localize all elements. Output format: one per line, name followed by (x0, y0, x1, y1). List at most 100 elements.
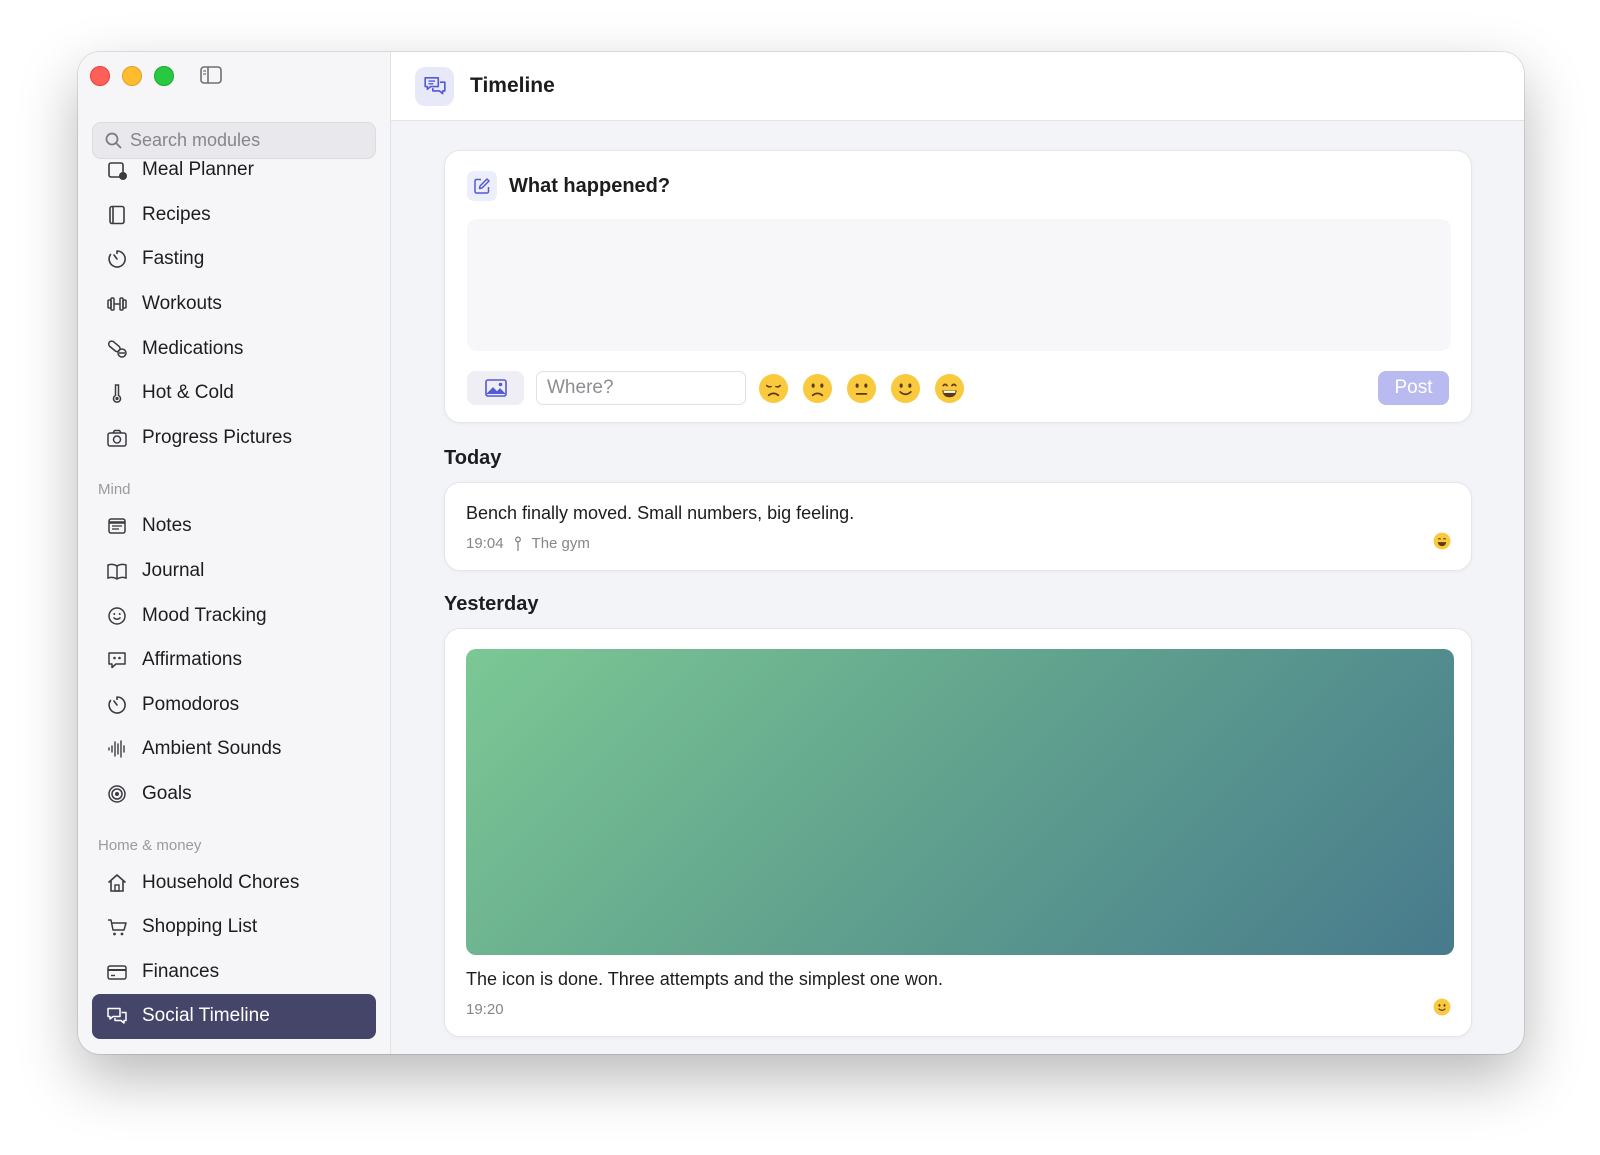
sidebar-item-goals[interactable]: Goals (92, 772, 376, 817)
quote-bubble-icon (108, 652, 126, 669)
timer-icon (108, 250, 126, 269)
add-photo-button[interactable] (467, 371, 524, 405)
sidebar: Meal Planner Recipes Fasting Workouts Me… (78, 52, 391, 1054)
post-time: 19:20 (466, 1001, 504, 1018)
photo-icon (484, 379, 507, 397)
target-icon (108, 785, 126, 803)
notes-icon (108, 518, 126, 535)
sidebar-item-label: Mood Tracking (142, 604, 267, 626)
window-controls (90, 66, 174, 86)
mood-very-happy-icon (1433, 532, 1451, 550)
waveform-icon (108, 740, 125, 759)
composer-header: What happened? (467, 171, 1449, 201)
sidebar-item-label: Affirmations (142, 649, 242, 671)
sidebar-item-recipes[interactable]: Recipes (92, 193, 376, 238)
sidebar-item-ambient-sounds[interactable]: Ambient Sounds (92, 727, 376, 772)
card-icon (107, 965, 127, 980)
open-book-icon (107, 563, 127, 580)
sidebar-item-label: Ambient Sounds (142, 738, 282, 760)
section-label-mind: Mind (98, 481, 131, 499)
page-title: Timeline (470, 74, 555, 97)
sidebar-item-journal[interactable]: Journal (92, 549, 376, 594)
toolbar: Timeline (391, 52, 1524, 121)
day-heading-yesterday: Yesterday (444, 593, 539, 615)
sidebar-item-pomodoros[interactable]: Pomodoros (92, 683, 376, 728)
sidebar-item-workouts[interactable]: Workouts (92, 282, 376, 327)
sidebar-item-progress-pictures[interactable]: Progress Pictures (92, 416, 376, 461)
post-meta: 19:20 (466, 1001, 1451, 1018)
sidebar-item-label: Meal Planner (142, 160, 254, 181)
section-label-home-money: Home & money (98, 837, 202, 855)
search-icon (105, 132, 122, 149)
timeline-post[interactable]: The icon is done. Three attempts and the… (444, 628, 1472, 1037)
chat-bubbles-icon (107, 1008, 127, 1025)
sidebar-item-label: Journal (142, 560, 205, 582)
search-input[interactable] (130, 130, 360, 151)
sidebar-item-label: Social Timeline (142, 1005, 270, 1027)
camera-icon (107, 429, 127, 447)
zoom-window-button[interactable] (154, 66, 174, 86)
sidebar-item-hot-cold[interactable]: Hot & Cold (92, 371, 376, 416)
cart-icon (108, 919, 127, 936)
module-search[interactable] (92, 122, 376, 159)
sidebar-item-meal-planner[interactable]: Meal Planner (92, 160, 376, 193)
chat-bubbles-icon (423, 77, 446, 95)
sidebar-item-shopping-list[interactable]: Shopping List (92, 905, 376, 950)
mood-very-sad-button[interactable] (758, 373, 789, 404)
composer-actions: Post (467, 371, 1449, 405)
post-text: Bench finally moved. Small numbers, big … (466, 503, 855, 523)
meal-planner-icon (108, 162, 127, 181)
post-location: The gym (531, 535, 590, 552)
thermometer-icon (112, 384, 122, 404)
compose-icon (467, 171, 497, 201)
sidebar-toggle-icon[interactable] (200, 66, 222, 84)
post-text-input[interactable] (467, 219, 1451, 351)
main-content: Timeline What happened? Where? Post Toda… (391, 52, 1524, 1054)
sidebar-item-label: Pomodoros (142, 693, 240, 715)
sidebar-item-label: Workouts (142, 293, 222, 315)
module-nav: Meal Planner Recipes Fasting Workouts Me… (92, 160, 376, 1045)
post-button[interactable]: Post (1378, 371, 1449, 405)
composer-title: What happened? (509, 174, 671, 197)
location-pin-icon (514, 536, 521, 551)
house-icon (107, 873, 127, 892)
mood-neutral-button[interactable] (846, 373, 877, 404)
sidebar-item-mood-tracking[interactable]: Mood Tracking (92, 593, 376, 638)
sidebar-item-affirmations[interactable]: Affirmations (92, 638, 376, 683)
post-text: The icon is done. Three attempts and the… (466, 969, 943, 989)
timer-icon (108, 696, 126, 714)
dumbbell-icon (107, 297, 127, 311)
sidebar-item-label: Recipes (142, 203, 211, 225)
sidebar-item-medications[interactable]: Medications (92, 326, 376, 371)
post-image[interactable] (466, 649, 1454, 955)
sidebar-item-label: Medications (142, 337, 244, 359)
sidebar-item-notes[interactable]: Notes (92, 504, 376, 549)
sidebar-item-social-timeline[interactable]: Social Timeline (92, 994, 376, 1039)
post-meta: 19:04 The gym (466, 535, 1451, 552)
sidebar-item-label: Goals (142, 783, 192, 805)
mood-happy-icon (1433, 998, 1451, 1016)
mood-sad-button[interactable] (802, 373, 833, 404)
sidebar-item-label: Hot & Cold (142, 382, 234, 404)
sidebar-item-finances[interactable]: Finances (92, 950, 376, 995)
post-composer: What happened? Post (444, 150, 1472, 423)
close-window-button[interactable] (90, 66, 110, 86)
sidebar-item-fasting[interactable]: Fasting (92, 237, 376, 282)
book-icon (109, 205, 125, 225)
sidebar-item-label: Finances (142, 960, 220, 982)
sidebar-item-label: Fasting (142, 248, 205, 270)
location-input[interactable] (536, 371, 746, 405)
pill-icon (107, 339, 127, 358)
sidebar-item-household-chores[interactable]: Household Chores (92, 860, 376, 905)
sidebar-item-label: Notes (142, 515, 192, 537)
minimize-window-button[interactable] (122, 66, 142, 86)
sidebar-item-label: Shopping List (142, 916, 258, 938)
app-window: Meal Planner Recipes Fasting Workouts Me… (78, 52, 1524, 1054)
sidebar-item-label: Household Chores (142, 871, 300, 893)
mood-happy-button[interactable] (890, 373, 921, 404)
smiley-icon (108, 606, 126, 625)
timeline-content: What happened? Post (444, 150, 1472, 1037)
timeline-post[interactable]: Bench finally moved. Small numbers, big … (444, 482, 1472, 571)
mood-very-happy-button[interactable] (934, 373, 965, 404)
day-heading-today: Today (444, 447, 502, 469)
